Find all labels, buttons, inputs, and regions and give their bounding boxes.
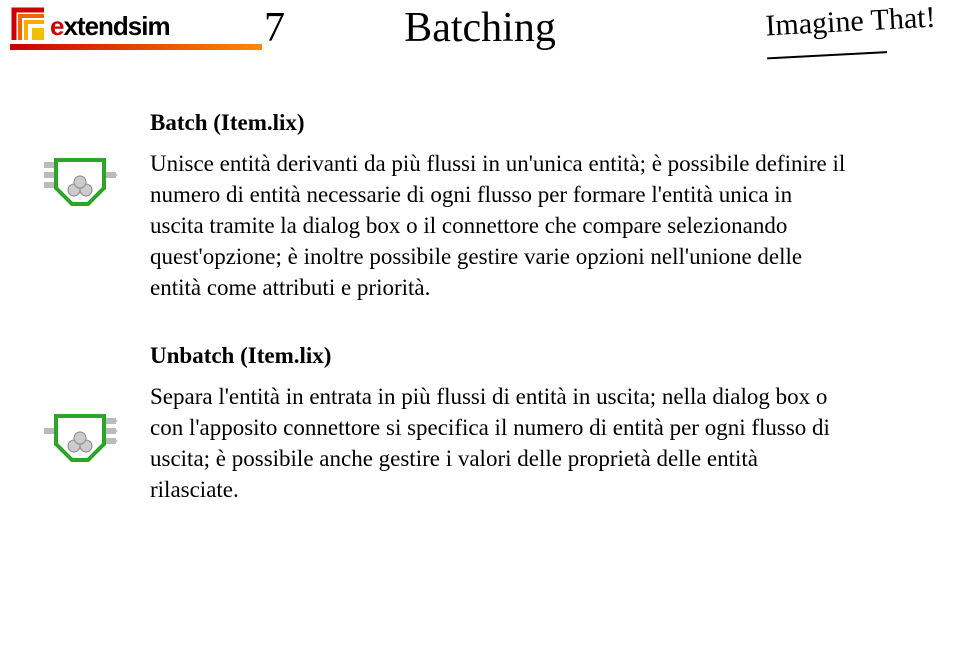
section-body: Unisce entità derivanti da più flussi in… — [150, 148, 850, 303]
page-header: extendsim 7 Batching Imagine That! — [0, 0, 960, 80]
section-batch: Batch (Item.lix) Unisce entità derivanti… — [150, 110, 850, 303]
logo: extendsim — [10, 6, 270, 50]
brand-tagline: Imagine That! — [765, 6, 937, 63]
page-number: 7 — [264, 4, 285, 52]
section-body: Separa l'entità in entrata in più flussi… — [150, 381, 850, 505]
section-title: Unbatch (Item.lix) — [150, 343, 850, 369]
content-area: Batch (Item.lix) Unisce entità derivanti… — [0, 80, 960, 505]
section-unbatch: Unbatch (Item.lix) Separa l'entità in en… — [150, 343, 850, 505]
page-title: Batching — [404, 4, 556, 52]
section-title: Batch (Item.lix) — [150, 110, 850, 136]
logo-underline — [10, 44, 262, 50]
logo-text: extendsim — [50, 11, 170, 42]
extendsim-logo-icon — [10, 6, 46, 42]
